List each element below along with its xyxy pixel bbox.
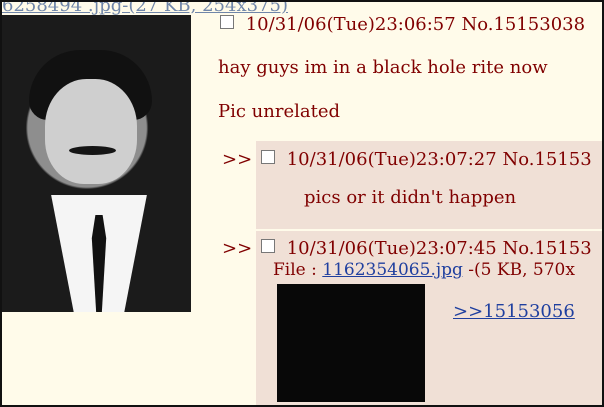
- op-header: 10/31/06(Tue)23:06:57 No.15153038: [220, 14, 585, 36]
- op-checkbox-icon[interactable]: [220, 15, 234, 29]
- reply-header: 10/31/06(Tue)23:07:27 No.15153: [261, 149, 592, 171]
- reply-file-info: File : 1162354065.jpg -(5 KB, 570x: [273, 259, 575, 281]
- op-timestamp: 10/31/06(Tue)23:06:57: [245, 14, 456, 35]
- op-message-line-1: hay guys im in a black hole rite now: [218, 57, 548, 78]
- reply-arrow-marker: >>: [222, 149, 253, 170]
- reply-checkbox-icon[interactable]: [261, 150, 275, 164]
- reply-post-with-file: 10/31/06(Tue)23:07:45 No.15153 File : 11…: [256, 231, 602, 405]
- reply-timestamp: 10/31/06(Tue)23:07:27: [286, 149, 497, 170]
- reply-image-thumbnail[interactable]: [277, 284, 425, 402]
- imageboard-thread: 6258494 .jpg-(27 KB, 254x375) 10/31/06(T…: [0, 0, 604, 407]
- reply-post-number[interactable]: No.15153: [502, 238, 591, 259]
- reply-post: 10/31/06(Tue)23:07:27 No.15153 pics or i…: [256, 141, 602, 229]
- file-label: File :: [273, 260, 317, 280]
- op-message-line-2: Pic unrelated: [218, 101, 341, 122]
- reply-file-link[interactable]: 1162354065.jpg: [322, 260, 463, 280]
- reply-message: pics or it didn't happen: [304, 187, 517, 208]
- quote-link[interactable]: >>15153056: [453, 301, 575, 323]
- reply-arrow-marker: >>: [222, 238, 253, 259]
- portrait-mustache-shape: [69, 146, 116, 155]
- reply-file-meta: -(5 KB, 570x: [468, 260, 575, 280]
- reply-post-number[interactable]: No.15153: [502, 149, 591, 170]
- op-post-number[interactable]: No.15153038: [461, 14, 585, 35]
- op-image-thumbnail[interactable]: [2, 15, 191, 312]
- reply-timestamp: 10/31/06(Tue)23:07:45: [286, 238, 497, 259]
- reply-header: 10/31/06(Tue)23:07:45 No.15153: [261, 238, 592, 260]
- reply-checkbox-icon[interactable]: [261, 239, 275, 253]
- portrait-face-shape: [45, 79, 137, 184]
